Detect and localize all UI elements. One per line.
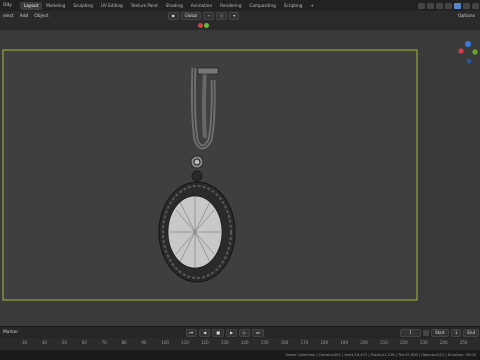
tab-8[interactable]: Compositing <box>246 2 280 10</box>
transform-orientation-select[interactable]: Global <box>180 12 202 20</box>
workspace-tabs: Layout Modeling Sculpting UV Editing Texture… <box>20 1 318 10</box>
tab-3[interactable]: UV Editing <box>97 2 127 10</box>
menu-add[interactable]: Add <box>17 14 32 19</box>
start-frame-field[interactable]: 1 <box>450 328 462 337</box>
ruler-tick: 200 <box>360 340 368 345</box>
play-icon[interactable]: ▶ <box>225 328 238 337</box>
scene-selector-icon[interactable] <box>418 2 425 9</box>
navigation-gizmo[interactable] <box>458 41 478 64</box>
ruler-tick: 170 <box>300 340 309 345</box>
ruler-tick: 60 <box>81 340 87 345</box>
3d-viewport[interactable] <box>0 30 480 326</box>
ruler-tick: 230 <box>420 340 428 345</box>
ruler-tick: 30 <box>22 340 28 345</box>
ruler-tick: 190 <box>340 340 349 345</box>
tab-5[interactable]: Shading <box>162 2 187 10</box>
transform-pivot-icon[interactable]: ◆ <box>167 12 179 20</box>
snap-icon[interactable]: ⌁ <box>203 12 214 20</box>
frame-ruler[interactable]: 30 40 50 60 70 80 90 100 110 120 130 140 150 160 170 18… <box>0 338 480 350</box>
shading-render-icon[interactable] <box>472 2 479 9</box>
next-keyframe-icon[interactable]: ▷ <box>239 328 251 337</box>
status-text: Scene Collection | Camera.001 | Verts:16… <box>285 353 476 357</box>
tab-9[interactable]: Scripting <box>280 2 307 10</box>
ruler-tick: 120 <box>201 340 209 345</box>
ruler-tick: 110 <box>181 340 189 345</box>
options-menu[interactable]: Options <box>455 14 478 19</box>
tab-2[interactable]: Sculpting <box>69 2 97 10</box>
end-label: End <box>463 328 479 337</box>
shading-wireframe-icon[interactable] <box>445 2 452 9</box>
tab-7[interactable]: Rendering <box>216 2 245 10</box>
viewport-header: elect Add Object ◆ Global ⌁ ○ ▾ Options <box>0 11 480 21</box>
proportional-icon[interactable]: ○ <box>215 12 228 20</box>
rewind-icon[interactable]: ◀ <box>199 328 211 337</box>
tab-0[interactable]: Layout <box>20 1 43 10</box>
timeline-header: Marker ⏮ ◀ ■ ▶ ▷ ⏭ 1 Start 1 End <box>0 326 480 338</box>
ruler-tick: 140 <box>240 340 249 345</box>
viewport-canvas[interactable] <box>0 30 480 326</box>
ruler-tick: 150 <box>260 340 269 345</box>
gizmo-axis-icon-green[interactable] <box>204 23 209 28</box>
tab-6[interactable]: Animation <box>187 2 216 10</box>
ruler-tick: 40 <box>41 340 47 345</box>
ruler-tick: 250 <box>459 340 468 345</box>
ruler-tick: 160 <box>280 340 289 345</box>
workspace-topbar: Ody Layout Modeling Sculpting UV Editing Tex… <box>0 0 480 11</box>
ruler-tick: 90 <box>141 340 147 345</box>
ruler-tick: 130 <box>221 340 229 345</box>
keying-icon[interactable] <box>422 329 430 336</box>
app-mode-label[interactable]: Ody <box>0 3 20 8</box>
ruler-tick: 50 <box>61 340 67 345</box>
start-label: Start <box>431 328 449 337</box>
ruler-tick: 210 <box>380 340 388 345</box>
menu-select[interactable]: elect <box>0 14 17 19</box>
tab-10[interactable]: + <box>306 2 318 10</box>
gizmo-axis-icon[interactable] <box>198 23 203 28</box>
tab-1[interactable]: Modeling <box>42 2 69 10</box>
tool-header <box>0 21 480 30</box>
jump-start-icon[interactable]: ⏮ <box>185 328 198 337</box>
status-bar: Scene Collection | Camera.001 | Verts:16… <box>0 350 480 360</box>
ruler-tick: 240 <box>439 340 448 345</box>
current-frame-field[interactable]: 1 <box>400 328 421 337</box>
tab-4[interactable]: Texture Paint <box>127 2 162 10</box>
jump-end-icon[interactable]: ⏭ <box>252 328 264 337</box>
view-layer-icon[interactable] <box>427 2 434 9</box>
stop-icon[interactable]: ■ <box>212 328 224 337</box>
ruler-tick: 70 <box>101 340 107 345</box>
ruler-tick: 100 <box>161 340 169 345</box>
shading-material-icon[interactable] <box>463 2 470 9</box>
ruler-tick: 80 <box>121 340 127 345</box>
pivot-dropdown[interactable]: ▾ <box>229 12 240 20</box>
shading-solid-icon[interactable] <box>454 2 461 9</box>
ruler-tick: 220 <box>400 340 408 345</box>
ruler-tick: 180 <box>320 340 329 345</box>
menu-object[interactable]: Object <box>31 14 51 19</box>
marker-menu[interactable]: Marker <box>0 330 21 335</box>
overlay-icon[interactable] <box>436 2 443 9</box>
